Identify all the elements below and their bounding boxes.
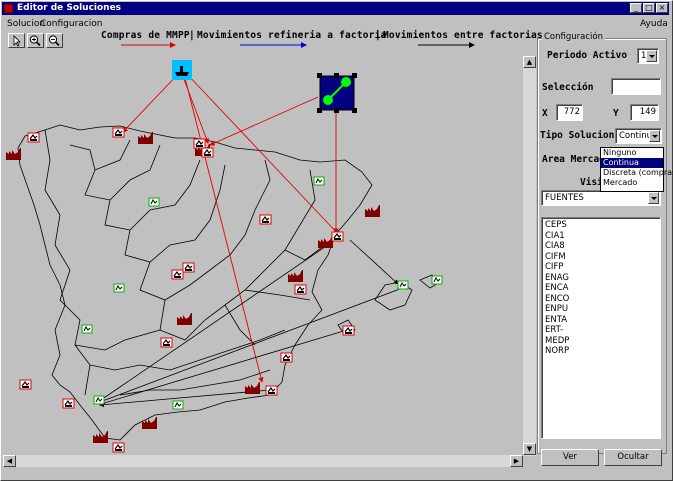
node-icon — [331, 231, 344, 242]
market-icon — [113, 283, 125, 293]
chevron-down-icon — [649, 130, 660, 142]
tipo-solucion-dropdown[interactable]: Ninguno Continua Discreta (compras) Merc… — [600, 147, 673, 192]
node-icon — [259, 214, 272, 225]
factory-icon — [288, 270, 303, 282]
node-icon — [294, 284, 307, 295]
iberia-map — [17, 124, 441, 441]
scroll-left-button[interactable]: ◀ — [3, 455, 16, 467]
portugal-border — [44, 129, 91, 396]
option-ninguno[interactable]: Ninguno — [601, 148, 663, 158]
node-icon — [160, 337, 173, 348]
factory-icon — [318, 236, 333, 248]
list-item[interactable]: NORP — [545, 346, 657, 357]
market-icon — [397, 280, 409, 290]
province-lines-north — [69, 139, 226, 263]
list-item[interactable]: CIA1 — [545, 231, 657, 242]
factory-icon — [93, 431, 108, 443]
chevron-down-icon — [646, 50, 657, 62]
option-continua[interactable]: Continua — [601, 158, 663, 168]
map-canvas[interactable] — [3, 56, 521, 454]
option-discreta[interactable]: Discreta (compras) — [601, 168, 673, 178]
seleccion-field[interactable] — [611, 78, 661, 95]
scroll-right-button[interactable]: ▶ — [510, 455, 523, 467]
area-mercado-label: Area Mercad — [542, 154, 605, 165]
list-item[interactable]: ERT- — [545, 325, 657, 336]
list-item[interactable]: CIA8 — [545, 241, 657, 252]
map-horizontal-scrollbar[interactable] — [3, 455, 523, 467]
node-icon — [112, 127, 125, 138]
factory-icon — [365, 205, 380, 217]
list-item[interactable]: ENCO — [545, 294, 657, 305]
x-label: X — [542, 108, 548, 119]
node-icon — [19, 379, 32, 390]
node-icon — [112, 442, 125, 453]
ocultar-button[interactable]: Ocultar — [604, 449, 662, 466]
node-icon — [171, 269, 184, 280]
sources-list[interactable]: CEPS CIA1 CIA8 CIFM CIFP ENAG ENCA ENCO … — [541, 217, 661, 439]
scroll-down-button[interactable]: ▼ — [523, 443, 536, 455]
refinery-nodes — [19, 127, 355, 453]
factory-icon — [6, 148, 21, 160]
chevron-down-icon — [648, 192, 659, 204]
list-item[interactable]: CIFP — [545, 262, 657, 273]
factory-icon — [138, 132, 153, 144]
node-icon — [182, 262, 195, 273]
refinery-icon — [317, 73, 357, 113]
tipo-solucion-label: Tipo Solucion — [540, 130, 615, 141]
market-icon — [81, 324, 93, 334]
node-icon — [62, 398, 75, 409]
scroll-up-button[interactable]: ▲ — [523, 56, 536, 68]
market-icon — [431, 275, 443, 285]
list-item[interactable]: CEPS — [545, 220, 657, 231]
fuentes-select[interactable]: FUENTES — [541, 190, 661, 206]
node-icon — [193, 138, 206, 149]
node-icon — [280, 352, 293, 363]
list-item[interactable]: ENPU — [545, 304, 657, 315]
seleccion-label: Selección — [542, 82, 594, 93]
y-coordinate-field[interactable]: 149 — [630, 104, 659, 121]
periodo-label: Periodo Activo — [547, 50, 628, 61]
node-icon — [342, 325, 355, 336]
market-icon — [172, 400, 184, 410]
factorias-routes — [97, 237, 406, 408]
map-vertical-scrollbar[interactable] — [523, 56, 536, 456]
factory-icon — [177, 313, 192, 325]
factory-icon — [142, 417, 157, 429]
tipo-solucion-select[interactable]: Continua — [615, 128, 662, 144]
list-item[interactable]: ENAG — [545, 273, 657, 284]
node-icon — [265, 385, 278, 396]
periodo-select[interactable]: 1 — [637, 48, 659, 64]
market-icon — [148, 197, 160, 207]
list-item[interactable]: MEDP — [545, 336, 657, 347]
configuracion-title: Configuración — [542, 32, 605, 42]
x-coordinate-field[interactable]: 772 — [556, 104, 583, 121]
province-lines-south — [74, 329, 286, 396]
factory-icon — [245, 382, 260, 394]
node-icon — [27, 132, 40, 143]
compras-routes — [122, 71, 341, 383]
option-mercado[interactable]: Mercado — [601, 178, 663, 188]
y-label: Y — [613, 108, 619, 119]
list-item[interactable]: CIFM — [545, 252, 657, 263]
list-item[interactable]: ENCA — [545, 283, 657, 294]
list-item[interactable]: ENTA — [545, 315, 657, 326]
ver-button[interactable]: Ver — [541, 449, 599, 466]
market-icon — [313, 176, 325, 186]
market-icon — [93, 395, 105, 405]
province-lines-central — [139, 159, 316, 341]
ship-icon — [172, 60, 192, 80]
node-icon — [201, 147, 214, 158]
